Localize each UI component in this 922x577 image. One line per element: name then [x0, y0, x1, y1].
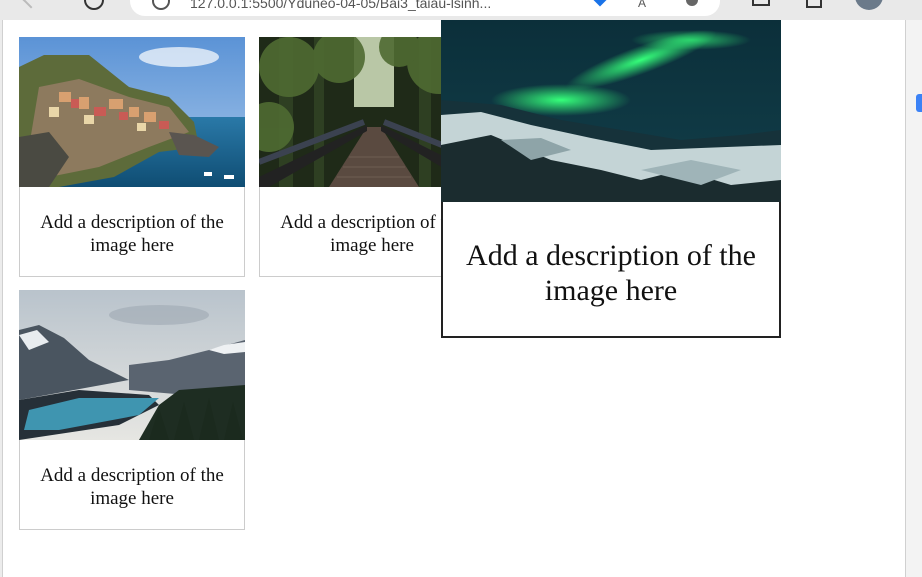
image-description: Add a description of the image here: [40, 212, 224, 256]
gallery-card-cinque-terre[interactable]: Add a description of the image here: [19, 37, 245, 277]
northern-lights-image: [441, 20, 781, 202]
image-description: Add a description of the image here: [466, 239, 756, 307]
extensions-icon[interactable]: [806, 0, 822, 8]
gallery-card-mountain-lake[interactable]: Add a description of the image here: [19, 290, 245, 530]
collections-icon[interactable]: [752, 0, 770, 6]
cinque-terre-image: [19, 37, 245, 187]
refresh-icon[interactable]: [84, 0, 104, 10]
read-aloud-icon[interactable]: A: [638, 0, 646, 10]
url-text: 127.0.0.1:5500/Yduneo-04-05/Bai3_taiau-l…: [190, 0, 492, 11]
browser-toolbar: 127.0.0.1:5500/Yduneo-04-05/Bai3_taiau-l…: [0, 0, 922, 20]
sidebar-indicator-icon[interactable]: [916, 94, 922, 112]
site-info-icon[interactable]: [152, 0, 170, 10]
address-bar[interactable]: 127.0.0.1:5500/Yduneo-04-05/Bai3_taiau-l…: [130, 0, 720, 16]
mountain-lake-image: [19, 290, 245, 440]
gallery-card-northern-lights[interactable]: Add a description of the image here: [441, 20, 781, 338]
back-arrow-icon[interactable]: [22, 0, 40, 9]
profile-avatar[interactable]: [855, 0, 883, 10]
image-description: Add a description of the image here: [40, 465, 224, 509]
